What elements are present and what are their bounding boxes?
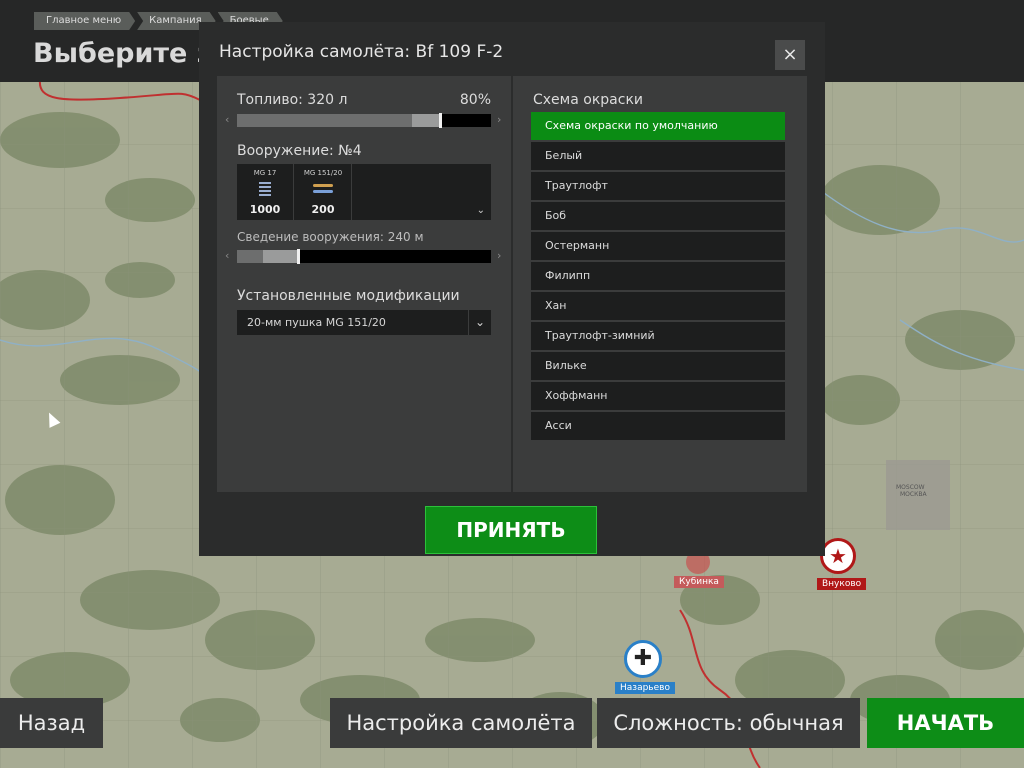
- chevron-down-icon[interactable]: ⌄: [468, 310, 491, 335]
- mods-label: Установленные модификации: [237, 288, 460, 304]
- vnukovo-red-star-icon[interactable]: ★: [820, 538, 856, 574]
- fuel-percent: 80%: [459, 92, 491, 108]
- kubinka-label: Кубинка: [674, 576, 724, 588]
- mods-dropdown[interactable]: 20-мм пушка MG 151/20 ⌄: [237, 310, 491, 335]
- chevron-down-icon[interactable]: ⌄: [477, 205, 485, 216]
- skins-label: Схема окраски: [533, 92, 644, 108]
- skins-panel: Схема окраски Схема окраски по умолчанию…: [513, 76, 807, 492]
- loadout-panel: Топливо: 320 л 80% ‹ › Вооружение: №4 MG…: [217, 76, 511, 492]
- mods-dropdown-value: 20-мм пушка MG 151/20: [247, 316, 386, 329]
- skin-item[interactable]: Траутлофт: [531, 172, 785, 200]
- armament-label: Вооружение: №4: [237, 143, 362, 159]
- skin-item[interactable]: Асси: [531, 412, 785, 440]
- dialog-title: Настройка самолёта: Bf 109 F-2: [219, 42, 504, 62]
- convergence-slider-thumb[interactable]: [297, 249, 300, 264]
- aircraft-setup-button[interactable]: Настройка самолёта: [330, 698, 592, 748]
- skin-item[interactable]: Остерманн: [531, 232, 785, 260]
- weapon-ammo-count: 200: [311, 203, 335, 216]
- skin-item[interactable]: Хан: [531, 292, 785, 320]
- breadcrumb-main-menu[interactable]: Главное меню: [34, 12, 135, 30]
- back-button[interactable]: Назад: [0, 698, 103, 748]
- skin-item[interactable]: Белый: [531, 142, 785, 170]
- fuel-right-arrow-icon[interactable]: ›: [497, 113, 501, 126]
- convergence-right-arrow-icon[interactable]: ›: [497, 249, 501, 262]
- skin-item[interactable]: Схема окраски по умолчанию: [531, 112, 785, 140]
- fuel-slider-thumb[interactable]: [439, 113, 442, 128]
- difficulty-button[interactable]: Сложность: обычная: [597, 698, 860, 748]
- close-button[interactable]: ×: [775, 40, 805, 70]
- convergence-slider-fill-light: [263, 250, 298, 263]
- weapon-name: MG 151/20: [303, 169, 343, 177]
- cannon-shell-icon: [313, 184, 333, 193]
- weapon-name: MG 17: [253, 169, 277, 177]
- skin-item[interactable]: Филипп: [531, 262, 785, 290]
- nazarevo-label: Назарьево: [615, 682, 675, 694]
- convergence-slider-fill: [237, 250, 263, 263]
- skin-item[interactable]: Боб: [531, 202, 785, 230]
- weapon-slot-mg151: MG 151/20 200: [295, 164, 352, 220]
- convergence-slider[interactable]: [237, 249, 491, 264]
- vnukovo-label: Внуково: [817, 578, 867, 590]
- nazarevo-iron-cross-icon[interactable]: ✚: [624, 640, 662, 678]
- ammo-belt-icon: [259, 182, 271, 196]
- fuel-left-arrow-icon[interactable]: ‹: [225, 113, 229, 126]
- fuel-label: Топливо: 320 л: [237, 92, 348, 108]
- weapon-ammo-count: 1000: [249, 203, 281, 216]
- convergence-label: Сведение вооружения: 240 м: [237, 230, 424, 244]
- map-label-moscow-ru: МОСКВА: [900, 491, 927, 498]
- fuel-slider-fill-light: [412, 114, 440, 127]
- aircraft-setup-dialog: Настройка самолёта: Bf 109 F-2 × Топливо…: [199, 22, 825, 556]
- fuel-slider-fill: [237, 114, 412, 127]
- start-button[interactable]: НАЧАТЬ: [867, 698, 1024, 748]
- weapon-slot-mg17: MG 17 1000: [237, 164, 294, 220]
- skin-item[interactable]: Траутлофт-зимний: [531, 322, 785, 350]
- skin-item[interactable]: Вильке: [531, 352, 785, 380]
- armament-selector[interactable]: MG 17 1000 MG 151/20 200 ⌄: [237, 164, 491, 220]
- convergence-left-arrow-icon[interactable]: ‹: [225, 249, 229, 262]
- skin-item[interactable]: Хоффманн: [531, 382, 785, 410]
- fuel-slider[interactable]: [237, 113, 491, 128]
- map-label-moscow: MOSCOW: [896, 484, 925, 491]
- accept-button[interactable]: ПРИНЯТЬ: [425, 506, 597, 554]
